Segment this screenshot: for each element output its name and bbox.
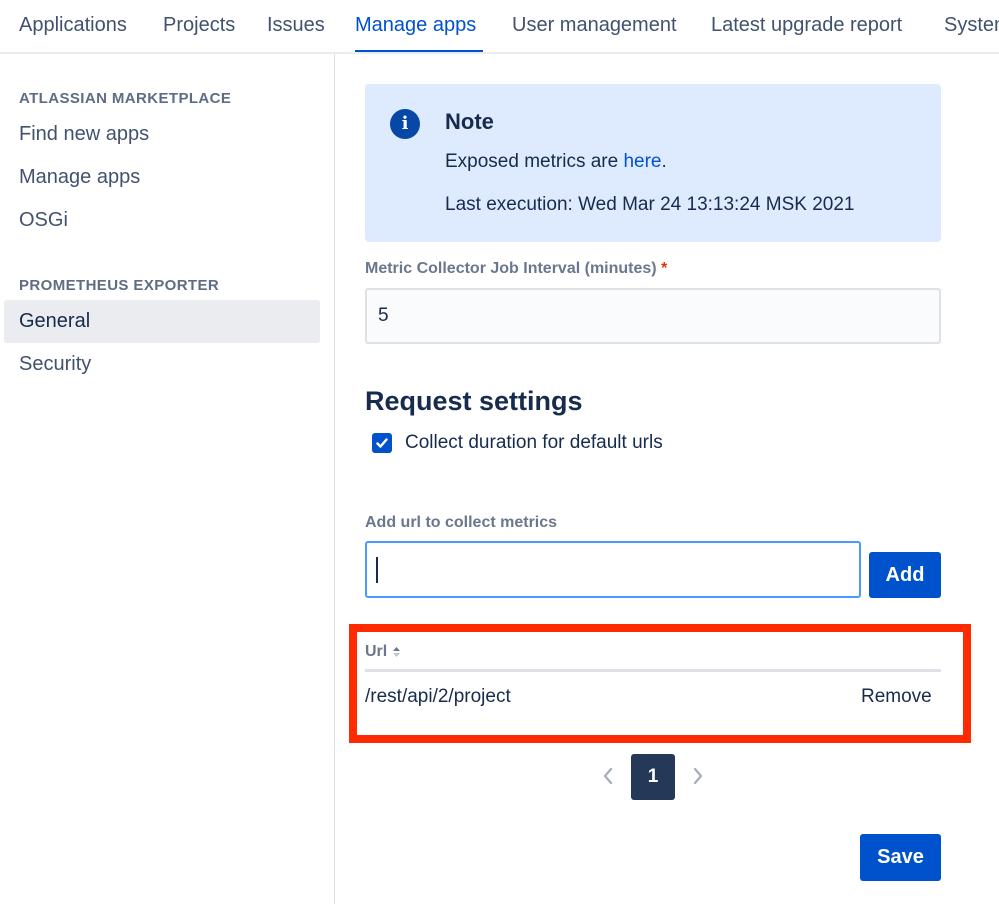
exposed-metrics-suffix: . [661,151,667,172]
tab-user-management[interactable]: User management [512,14,677,37]
tab-issues[interactable]: Issues [267,14,325,37]
text-caret [376,557,378,583]
last-execution-text: Last execution: Wed Mar 24 13:13:24 MSK … [445,194,855,215]
checkmark-icon [376,438,388,448]
sidebar-item-find-new-apps[interactable]: Find new apps [4,113,320,156]
request-settings-title: Request settings [365,386,583,416]
sidebar-item-security[interactable]: Security [4,343,320,386]
add-url-input[interactable] [365,541,861,598]
note-panel: i Note Exposed metrics are here. Last ex… [365,84,941,242]
chevron-right-icon[interactable] [692,766,704,786]
metrics-here-link[interactable]: here [623,151,661,172]
collect-duration-label[interactable]: Collect duration for default urls [405,432,663,454]
sidebar-item-osgi[interactable]: OSGi [4,199,320,242]
table-header-divider [365,669,941,672]
save-button[interactable]: Save [860,834,941,881]
sidebar-heading-prometheus-exporter: PROMETHEUS EXPORTER [19,277,220,294]
tab-manage-apps[interactable]: Manage apps [355,14,476,37]
url-column-header[interactable]: Url [365,643,387,661]
top-navigation: Applications Projects Issues Manage apps… [0,0,999,54]
collect-duration-checkbox[interactable] [372,433,392,453]
info-icon: i [390,109,420,139]
tab-projects[interactable]: Projects [163,14,235,37]
table-row-url: /rest/api/2/project [365,686,511,707]
remove-url-button[interactable]: Remove [861,686,932,708]
exposed-metrics-prefix: Exposed metrics are [445,151,624,172]
tab-applications[interactable]: Applications [19,14,127,37]
table-highlight-box [349,624,971,743]
sidebar: ATLASSIAN MARKETPLACE Find new apps Mana… [0,54,335,904]
page-1-button[interactable]: 1 [631,754,675,800]
note-title: Note [445,109,494,134]
tab-system[interactable]: System [944,14,999,37]
add-url-label: Add url to collect metrics [365,514,558,531]
tab-latest-upgrade-report[interactable]: Latest upgrade report [711,14,902,37]
chevron-left-icon[interactable] [602,766,614,786]
job-interval-label-text: Metric Collector Job Interval (minutes) [365,260,657,277]
required-marker: * [661,260,668,277]
exposed-metrics-text: Exposed metrics are here. [445,151,667,173]
sort-icon[interactable] [392,646,401,658]
job-interval-label: Metric Collector Job Interval (minutes) … [365,260,667,278]
add-url-button[interactable]: Add [869,552,941,598]
job-interval-input[interactable]: 5 [365,288,941,344]
sidebar-heading-marketplace: ATLASSIAN MARKETPLACE [19,90,232,107]
sidebar-item-manage-apps[interactable]: Manage apps [4,156,320,199]
sidebar-item-general[interactable]: General [4,300,320,343]
active-tab-indicator [355,50,483,52]
